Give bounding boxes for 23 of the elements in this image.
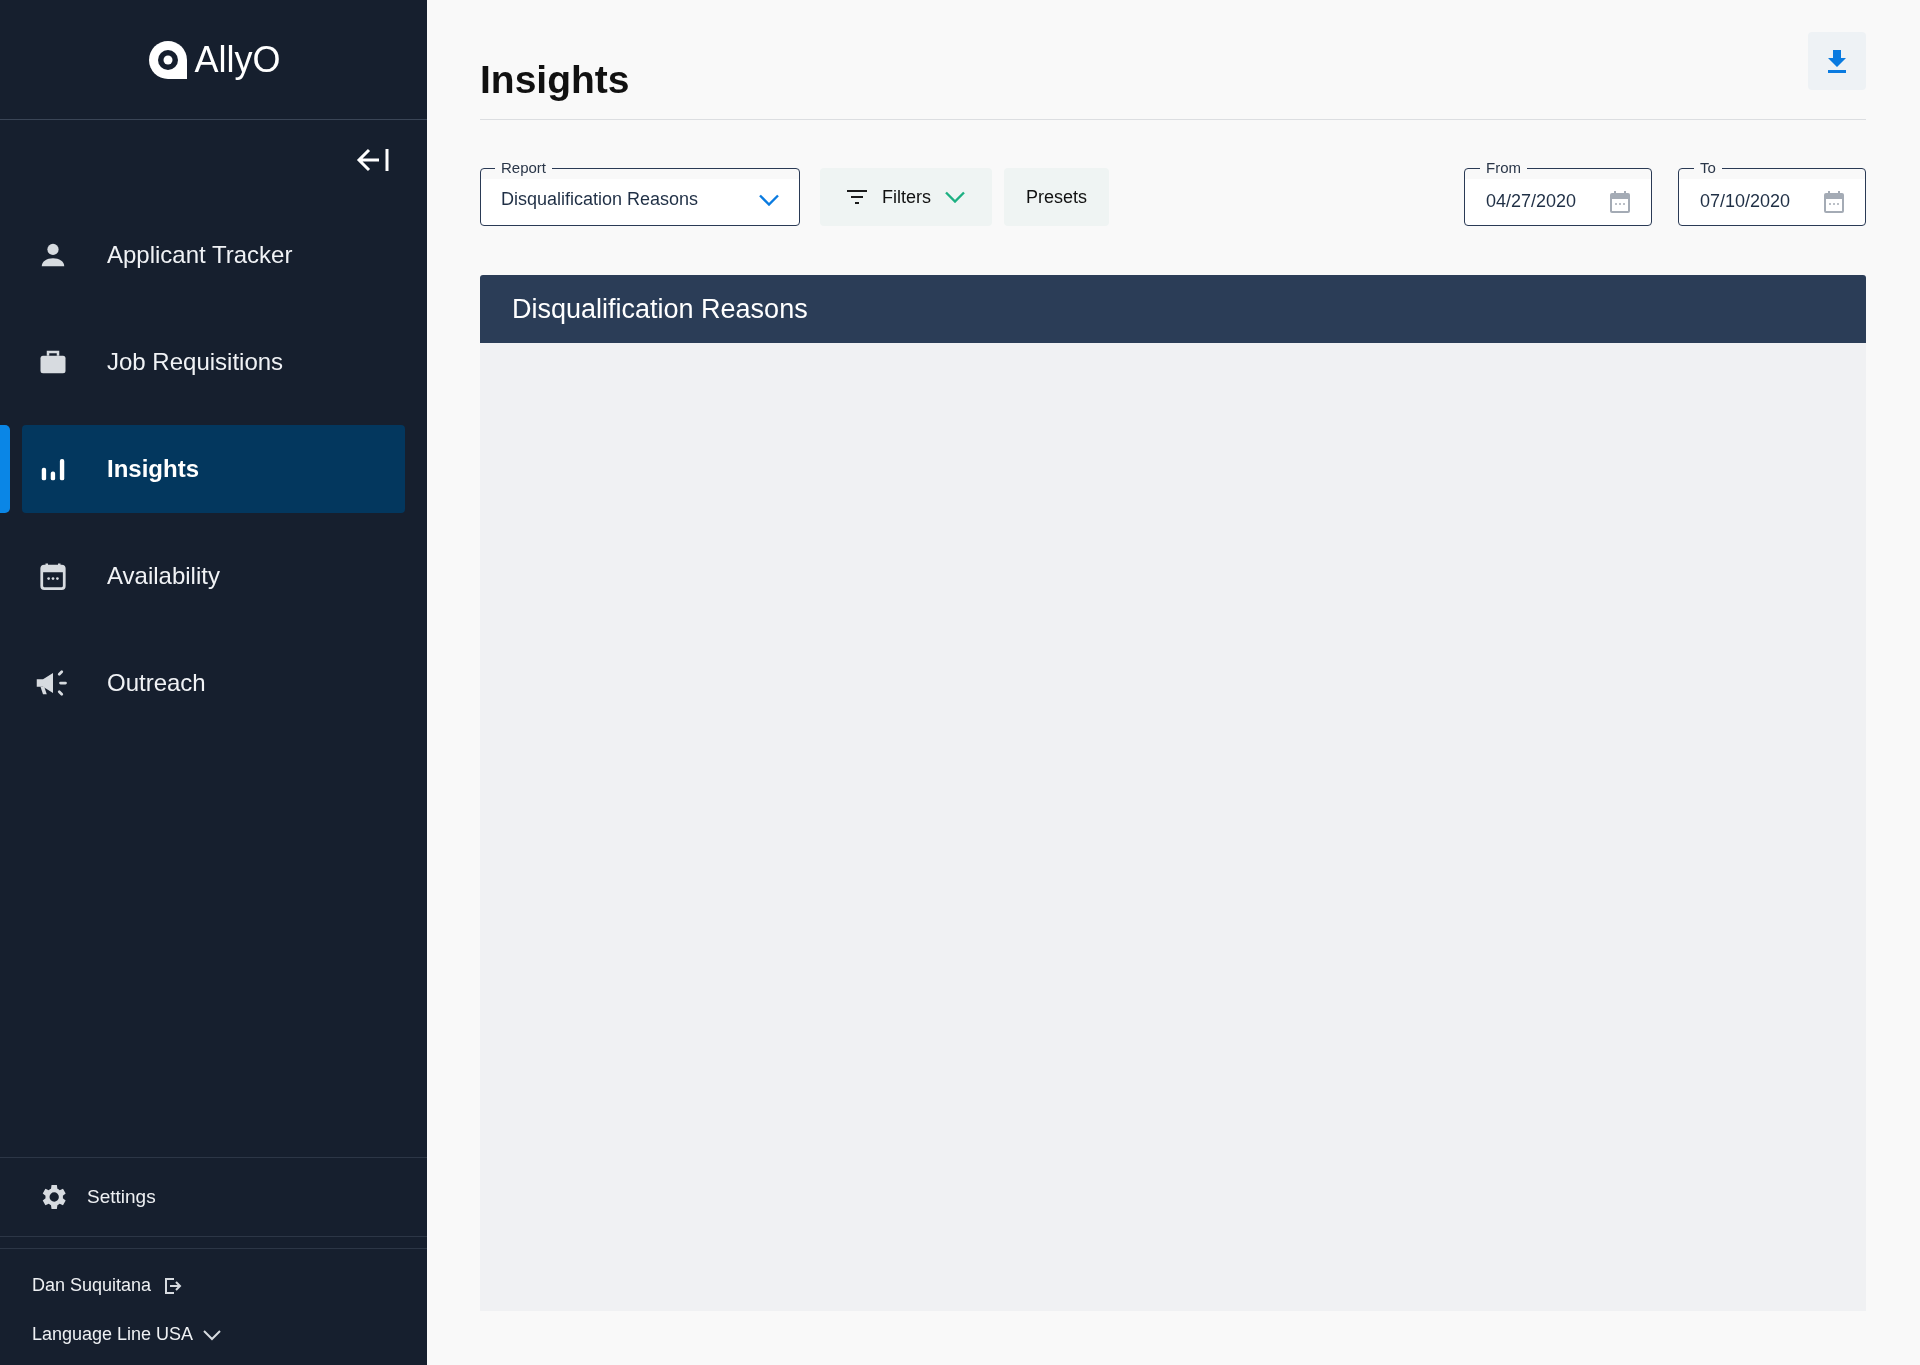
organization-dropdown[interactable]: Language Line USA	[32, 1324, 395, 1345]
nav-item[interactable]: Job Requisitions	[22, 318, 405, 406]
collapse-arrow-icon[interactable]	[355, 147, 391, 173]
logout-icon[interactable]	[163, 1275, 184, 1296]
page-title: Insights	[480, 57, 630, 102]
download-icon	[1826, 47, 1848, 74]
calendar-icon	[1823, 189, 1845, 214]
calendar-icon	[38, 561, 68, 591]
panel-title: Disqualification Reasons	[512, 293, 808, 325]
chevron-down-icon	[203, 1328, 222, 1341]
user-name: Dan Suquitana	[32, 1275, 152, 1296]
chevron-down-icon	[945, 191, 965, 203]
nav-item[interactable]: Availability	[22, 532, 405, 620]
download-button[interactable]	[1808, 31, 1866, 90]
chevron-down-icon	[759, 193, 779, 206]
logo-text: AllyO	[194, 38, 281, 81]
nav-item[interactable]: Outreach	[22, 639, 405, 727]
filters-button[interactable]: Filters	[820, 168, 992, 226]
settings-link[interactable]: Settings	[0, 1157, 427, 1237]
filter-icon	[846, 189, 868, 205]
calendar-icon	[1609, 189, 1631, 214]
presets-button[interactable]: Presets	[1004, 168, 1110, 226]
nav-item[interactable]: Applicant Tracker	[22, 211, 405, 299]
